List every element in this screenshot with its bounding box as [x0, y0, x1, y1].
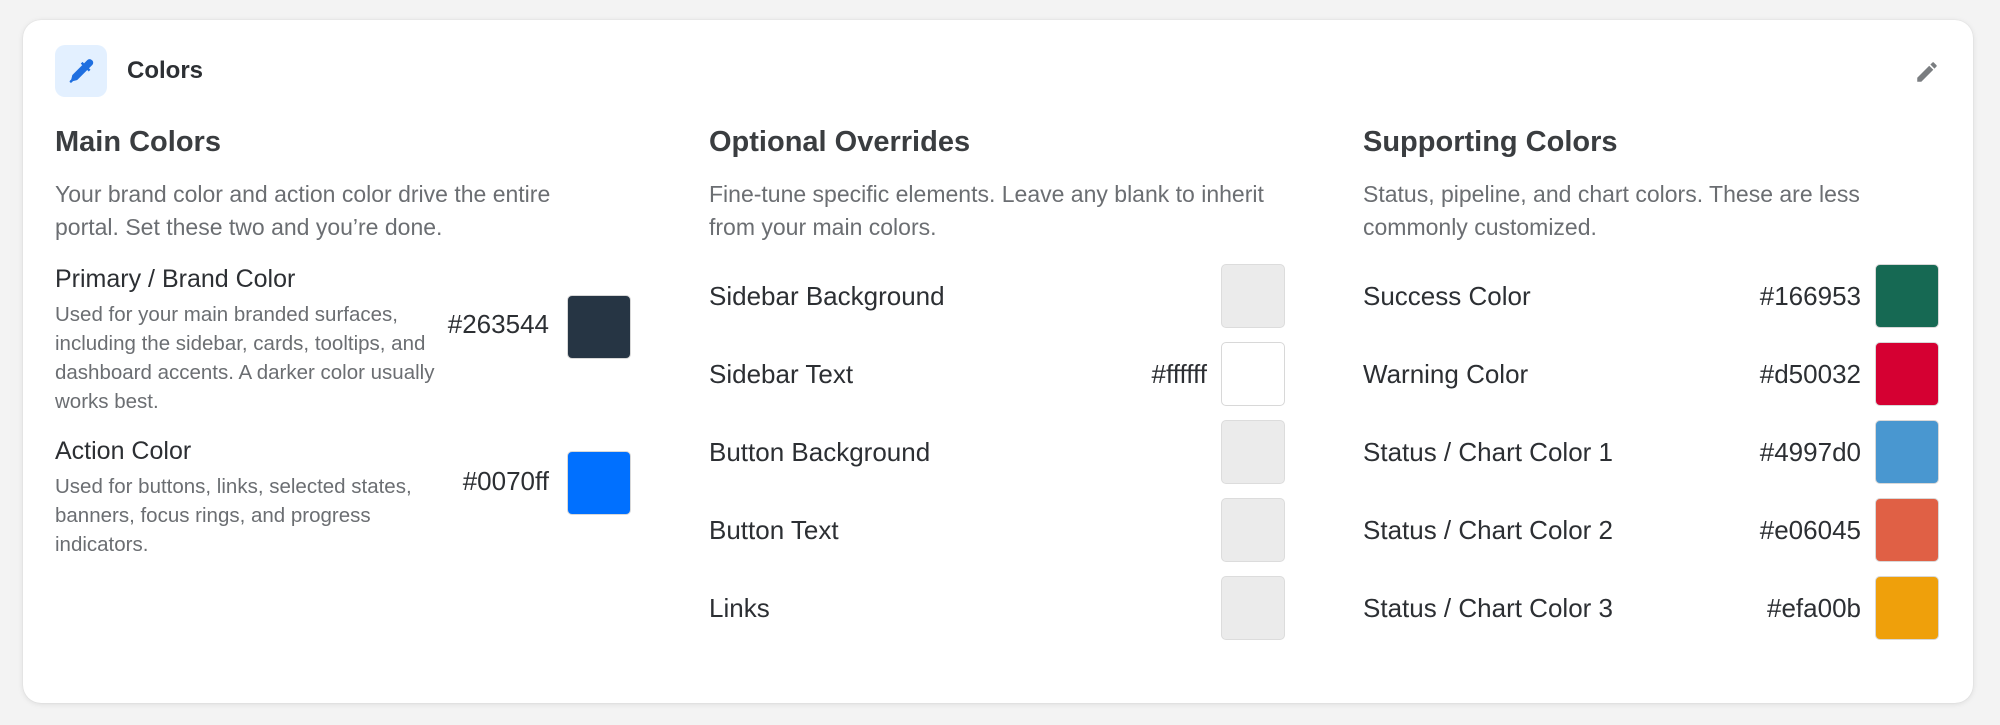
- colors-card: Colors Main Colors Your brand color and …: [23, 20, 1973, 703]
- pencil-icon[interactable]: [1911, 56, 1943, 88]
- supporting-row-warning: Warning Color #d50032: [1363, 335, 1939, 413]
- action-color-description: Used for buttons, links, selected states…: [55, 475, 412, 556]
- override-row-button-text: Button Text: [709, 491, 1285, 569]
- supporting-label: Status / Chart Color 1: [1363, 436, 1613, 467]
- override-label: Sidebar Background: [709, 280, 945, 311]
- primary-brand-color-swatch[interactable]: [567, 295, 631, 359]
- override-swatch-sidebar-text[interactable]: [1221, 342, 1285, 406]
- supporting-row-success: Success Color #166953: [1363, 257, 1939, 335]
- override-value: #ffffff: [1151, 358, 1207, 389]
- supporting-label: Warning Color: [1363, 358, 1529, 389]
- override-label: Links: [709, 592, 770, 623]
- supporting-colors-section: Supporting Colors Status, pipeline, and …: [1363, 124, 1939, 647]
- supporting-label: Status / Chart Color 3: [1363, 592, 1613, 623]
- override-swatch-button-background[interactable]: [1221, 420, 1285, 484]
- supporting-value: #d50032: [1759, 358, 1861, 389]
- override-row-sidebar-text: Sidebar Text #ffffff: [709, 335, 1285, 413]
- supporting-swatch-success[interactable]: [1875, 264, 1939, 328]
- eyedropper-icon: [55, 45, 107, 97]
- override-swatch-sidebar-background[interactable]: [1221, 264, 1285, 328]
- action-color-swatch[interactable]: [567, 451, 631, 515]
- primary-brand-color-label: Primary / Brand Color: [55, 265, 296, 293]
- primary-brand-color-value: #263544: [447, 309, 549, 339]
- supporting-swatch-warning[interactable]: [1875, 342, 1939, 406]
- action-color-label: Action Color: [55, 437, 192, 465]
- supporting-row-chart-1: Status / Chart Color 1 #4997d0: [1363, 413, 1939, 491]
- supporting-value: #166953: [1759, 280, 1861, 311]
- override-row-links: Links: [709, 569, 1285, 647]
- override-label: Button Background: [709, 436, 931, 467]
- card-header: Colors: [55, 45, 203, 97]
- action-color-value: #0070ff: [462, 466, 549, 496]
- supporting-colors-title: Supporting Colors: [1363, 126, 1618, 158]
- supporting-value: #4997d0: [1759, 436, 1861, 467]
- override-swatch-links[interactable]: [1221, 576, 1285, 640]
- card-title: Colors: [127, 57, 204, 84]
- supporting-colors-description: Status, pipeline, and chart colors. Thes…: [1363, 181, 1860, 240]
- supporting-swatch-chart-2[interactable]: [1875, 498, 1939, 562]
- supporting-label: Success Color: [1363, 280, 1531, 311]
- supporting-row-chart-2: Status / Chart Color 2 #e06045: [1363, 491, 1939, 569]
- main-colors-title: Main Colors: [55, 126, 221, 158]
- main-colors-description: Your brand color and action color drive …: [55, 181, 551, 240]
- supporting-swatch-chart-3[interactable]: [1875, 576, 1939, 640]
- override-label: Sidebar Text: [709, 358, 854, 389]
- optional-overrides-section: Optional Overrides Fine-tune specific el…: [709, 124, 1285, 647]
- supporting-value: #e06045: [1759, 514, 1861, 545]
- primary-brand-color-item: Primary / Brand Color Used for your main…: [55, 264, 631, 416]
- optional-overrides-description: Fine-tune specific elements. Leave any b…: [709, 181, 1264, 240]
- supporting-swatch-chart-1[interactable]: [1875, 420, 1939, 484]
- supporting-value: #efa00b: [1767, 592, 1861, 623]
- supporting-row-chart-3: Status / Chart Color 3 #efa00b: [1363, 569, 1939, 647]
- supporting-label: Status / Chart Color 2: [1363, 514, 1613, 545]
- optional-overrides-title: Optional Overrides: [709, 126, 971, 158]
- override-row-sidebar-background: Sidebar Background: [709, 257, 1285, 335]
- override-row-button-background: Button Background: [709, 413, 1285, 491]
- override-swatch-button-text[interactable]: [1221, 498, 1285, 562]
- main-colors-section: Main Colors Your brand color and action …: [55, 124, 631, 559]
- primary-brand-color-description: Used for your main branded surfaces, inc…: [55, 303, 435, 413]
- action-color-item: Action Color Used for buttons, links, se…: [55, 436, 631, 559]
- override-label: Button Text: [709, 514, 839, 545]
